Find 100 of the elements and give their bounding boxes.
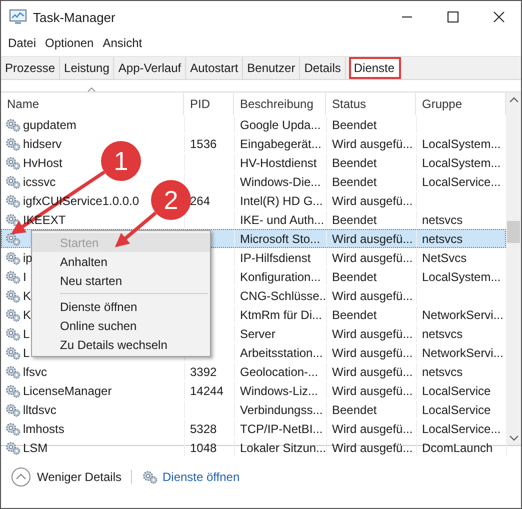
- details-toggle[interactable]: Weniger Details: [11, 467, 122, 487]
- table-cell: 14244: [190, 384, 224, 398]
- maximize-icon[interactable]: [447, 11, 459, 23]
- tab[interactable]: Autostart: [186, 57, 244, 79]
- gear-icon: [5, 136, 21, 150]
- table-cell: Verbindungss...: [240, 402, 323, 416]
- table-cell: Windows-Die...: [240, 174, 321, 188]
- table-row[interactable]: LSM 1048 Lokaler Sitzun... Wird ausgefü... DcomLaunch: [1, 438, 506, 457]
- table-cell: netsvcs: [422, 212, 463, 226]
- tab[interactable]: Prozesse: [1, 57, 60, 79]
- gear-icon: [5, 156, 21, 170]
- column-header[interactable]: Beschreibung: [234, 93, 326, 115]
- table-cell: NetSvcs: [422, 250, 467, 264]
- tab[interactable]: Details: [300, 57, 346, 79]
- table-cell: L: [23, 326, 30, 340]
- table-cell: HvHost: [23, 156, 62, 170]
- table-cell: Wird ausgefü...: [332, 440, 413, 454]
- table-cell: ip: [23, 250, 32, 264]
- table-cell: HV-Hostdienst: [240, 156, 317, 170]
- monitor-icon: [9, 9, 27, 25]
- column-header[interactable]: Name: [1, 93, 184, 115]
- column-header[interactable]: Status: [326, 93, 416, 115]
- table-cell: icssvc: [23, 174, 56, 188]
- menu-item[interactable]: Ansicht: [102, 36, 142, 50]
- table-cell: TCP/IP-NetBI...: [240, 422, 323, 436]
- table-cell: hidserv: [23, 136, 62, 150]
- table-cell: DcomLaunch: [422, 440, 493, 454]
- table-cell: LocalService...: [422, 174, 501, 188]
- table-cell: Server: [240, 326, 276, 340]
- sort-icon: [87, 87, 96, 92]
- table-cell: Beendet: [332, 270, 377, 284]
- tab[interactable]: App-Verlauf: [114, 57, 186, 79]
- table-cell: netsvcs: [422, 232, 463, 246]
- table-cell: CNG-Schlüsse...: [240, 288, 326, 302]
- services-link[interactable]: Dienste öffnen: [142, 470, 240, 484]
- scrollbar[interactable]: [506, 93, 521, 445]
- gear-icon: [5, 364, 21, 378]
- gear-icon: [5, 308, 21, 322]
- gear-icon: [5, 270, 21, 284]
- gear-icon: [5, 384, 21, 398]
- table-cell: Windows-Liz...: [240, 384, 318, 398]
- table-cell: NetworkServi...: [422, 346, 504, 360]
- table-cell: lmhosts: [23, 422, 64, 436]
- step-badge: 2: [151, 180, 191, 220]
- toggle-label: Weniger Details: [37, 470, 122, 484]
- collapse-icon: [11, 467, 31, 487]
- table-cell: I: [23, 270, 26, 284]
- table-cell: K: [23, 308, 32, 322]
- column-header[interactable]: PID: [184, 93, 234, 115]
- table-cell: Wird ausgefü...: [332, 136, 413, 150]
- table-cell: Wird ausgefü...: [332, 250, 413, 264]
- step-badge: 1: [101, 141, 141, 181]
- table-cell: L: [23, 346, 30, 360]
- gear-icon: [5, 194, 21, 208]
- gear-icon: [5, 402, 21, 416]
- menu-item[interactable]: Optionen: [45, 36, 94, 50]
- tab[interactable]: Leistung: [60, 57, 114, 79]
- scroll-thumb[interactable]: [507, 221, 520, 243]
- table-cell: IP-Hilfsdienst: [240, 250, 311, 264]
- table-cell: 1048: [190, 440, 217, 454]
- table-cell: KtmRm für Di...: [240, 308, 322, 322]
- table-cell: Beendet: [332, 308, 377, 322]
- table-cell: LocalService...: [422, 422, 501, 436]
- menu-item[interactable]: Datei: [8, 36, 36, 50]
- gear-icon: [5, 118, 21, 132]
- table-cell: Intel(R) HD G...: [240, 194, 323, 208]
- table-cell: Microsoft Sto...: [240, 232, 320, 246]
- arrow: [114, 212, 157, 248]
- table-cell: 3392: [190, 364, 217, 378]
- table-cell: Arbeitsstation...: [240, 346, 323, 360]
- table-cell: Wird ausgefü...: [332, 346, 413, 360]
- table-cell: Wird ausgefü...: [332, 326, 413, 340]
- table-cell: Wird ausgefü...: [332, 422, 413, 436]
- table-cell: Eingabegerät...: [240, 136, 322, 150]
- gear-icon: [5, 174, 21, 188]
- table-cell: 5328: [190, 422, 217, 436]
- tab[interactable]: Dienste: [348, 57, 401, 79]
- gear-icon: [5, 346, 21, 360]
- table-cell: Wird ausgefü...: [332, 232, 413, 246]
- gear-icon: [5, 440, 21, 454]
- scroll-up-icon[interactable]: [508, 97, 518, 103]
- table-cell: Google Upda...: [240, 118, 321, 132]
- gear-icon: [5, 232, 21, 246]
- table-cell: Geolocation-...: [240, 364, 318, 378]
- tab[interactable]: Benutzer: [243, 57, 300, 79]
- table-cell: Wird ausgefü...: [332, 194, 413, 208]
- close-icon[interactable]: [493, 11, 505, 23]
- table-cell: 1536: [190, 136, 217, 150]
- gear-icon: [5, 326, 21, 340]
- table-cell: gupdatem: [23, 118, 76, 132]
- table-cell: IKE- und Auth...: [240, 212, 324, 226]
- link-label: Dienste öffnen: [162, 470, 240, 484]
- table-cell: LicenseManager: [23, 384, 112, 398]
- window-title: Task-Manager: [33, 10, 116, 24]
- table-cell: lfsvc: [23, 364, 47, 378]
- table-cell: Lokaler Sitzun...: [240, 440, 326, 454]
- table-cell: LocalService: [422, 402, 491, 416]
- gear-icon: [5, 422, 21, 436]
- table-cell: netsvcs: [422, 364, 463, 378]
- scroll-down-icon[interactable]: [508, 435, 518, 441]
